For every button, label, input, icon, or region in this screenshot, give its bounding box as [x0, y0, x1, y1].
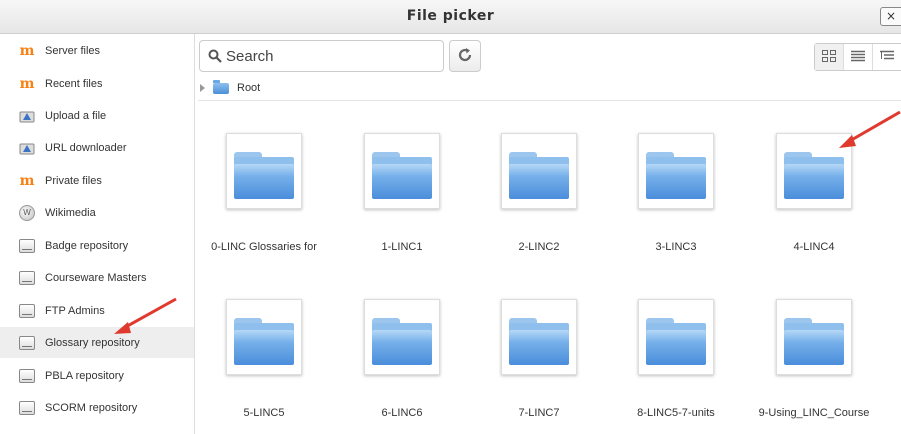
sidebar-item-label: Private files	[45, 174, 102, 187]
sidebar-item-badge-repository[interactable]: Badge repository	[0, 230, 194, 261]
sidebar-item-private-files[interactable]: m Private files	[0, 165, 194, 196]
folder-icon	[638, 133, 714, 209]
repository-icon	[19, 303, 35, 319]
sidebar-item-label: Wikimedia	[45, 206, 96, 219]
breadcrumb-root[interactable]: Root	[237, 82, 260, 94]
folder-icon	[226, 299, 302, 375]
sidebar-item-courseware-masters[interactable]: Courseware Masters	[0, 262, 194, 293]
sidebar-item-label: Recent files	[45, 77, 103, 90]
tree-icon	[880, 50, 894, 65]
folder-name: 2-LINC2	[518, 241, 560, 253]
repository-icon	[19, 335, 35, 351]
sidebar-item-label: Server files	[45, 44, 101, 57]
list-view-button[interactable]	[844, 44, 873, 70]
sidebar-item-server-files[interactable]: m Server files	[0, 35, 194, 66]
wikimedia-icon: W	[19, 204, 35, 221]
search-icon	[208, 49, 222, 63]
search-placeholder: Search	[226, 47, 274, 65]
url-icon	[19, 140, 35, 156]
repository-icon	[19, 270, 35, 286]
upload-icon	[19, 108, 35, 124]
folder-name: 3-LINC3	[655, 241, 697, 253]
search-input[interactable]: Search	[199, 40, 444, 72]
sidebar-item-url-downloader[interactable]: URL downloader	[0, 132, 194, 163]
list-icon	[851, 50, 865, 65]
annotation-arrow-icon	[114, 297, 177, 334]
folder-name: 5-LINC5	[243, 407, 285, 419]
folder-name: 9-Using_LINC_Course	[758, 407, 870, 419]
sidebar-item-label: Upload a file	[45, 109, 107, 122]
folder-icon	[364, 133, 440, 209]
folder-icon	[501, 299, 577, 375]
close-button[interactable]: ×	[880, 7, 901, 26]
folder-name: 4-LINC4	[793, 241, 835, 253]
folder-item[interactable]: 1-LINC1	[337, 133, 467, 263]
sidebar-item-upload-file[interactable]: Upload a file	[0, 100, 194, 131]
expand-arrow-icon[interactable]	[200, 84, 205, 92]
sidebar-item-label: Badge repository	[45, 239, 129, 252]
folder-item[interactable]: 8-LINC5-7-units	[611, 299, 741, 429]
folder-icon	[226, 133, 302, 209]
moodle-icon: m	[19, 172, 35, 189]
refresh-icon	[457, 47, 473, 66]
moodle-icon: m	[19, 75, 35, 92]
folder-item[interactable]: 9-Using_LINC_Course	[749, 299, 879, 429]
dialog-titlebar: File picker ×	[0, 0, 901, 34]
sidebar-item-label: Courseware Masters	[45, 271, 147, 284]
folder-name: 8-LINC5-7-units	[637, 407, 715, 419]
folder-name: 0-LINC Glossaries for	[211, 241, 317, 253]
repository-icon	[19, 238, 35, 254]
sidebar-item-wikimedia[interactable]: W Wikimedia	[0, 197, 194, 228]
folder-name: 6-LINC6	[381, 407, 423, 419]
annotation-arrow-icon	[839, 110, 901, 148]
sidebar-item-label: FTP Admins	[45, 304, 105, 317]
refresh-button[interactable]	[449, 40, 481, 72]
sidebar-item-pbla-repository[interactable]: PBLA repository	[0, 360, 194, 391]
repository-sidebar: m Server files m Recent files Upload a f…	[0, 34, 195, 434]
icons-view-button[interactable]	[815, 44, 844, 70]
repository-icon	[19, 400, 35, 416]
dialog-title: File picker	[406, 8, 495, 24]
folder-item[interactable]: 0-LINC Glossaries for	[199, 133, 329, 263]
view-mode-toggle	[814, 43, 901, 71]
folder-item[interactable]: 2-LINC2	[474, 133, 604, 263]
folder-name: 7-LINC7	[518, 407, 560, 419]
folder-icon	[501, 133, 577, 209]
folder-icon	[213, 79, 229, 94]
sidebar-item-label: SCORM repository	[45, 401, 138, 414]
folder-name: 1-LINC1	[381, 241, 423, 253]
moodle-icon: m	[19, 42, 35, 59]
breadcrumb: Root	[198, 76, 901, 101]
grid-icon	[822, 49, 836, 65]
sidebar-item-label: PBLA repository	[45, 369, 124, 382]
sidebar-item-recent-files[interactable]: m Recent files	[0, 68, 194, 99]
folder-item[interactable]: 5-LINC5	[199, 299, 329, 429]
folder-item[interactable]: 7-LINC7	[474, 299, 604, 429]
repository-icon	[19, 368, 35, 384]
sidebar-item-scorm-repository[interactable]: SCORM repository	[0, 392, 194, 423]
tree-view-button[interactable]	[873, 44, 901, 70]
folder-item[interactable]: 6-LINC6	[337, 299, 467, 429]
folder-icon	[638, 299, 714, 375]
folder-icon	[776, 299, 852, 375]
folder-icon	[364, 299, 440, 375]
folder-item[interactable]: 3-LINC3	[611, 133, 741, 263]
sidebar-item-label: URL downloader	[45, 141, 127, 154]
